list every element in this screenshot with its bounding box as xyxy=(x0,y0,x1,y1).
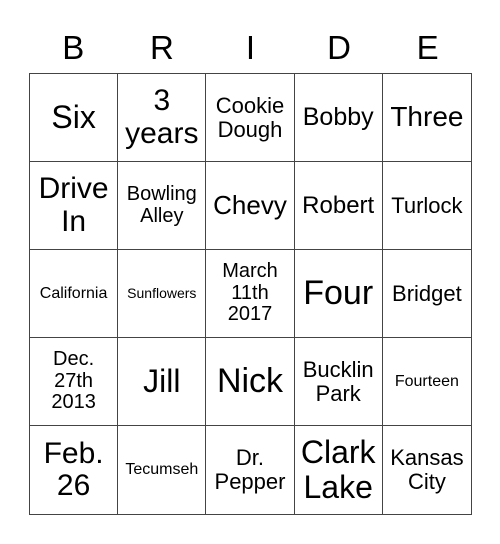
header-letter-i: I xyxy=(245,29,256,66)
bingo-cell[interactable]: Jill xyxy=(118,338,207,426)
bingo-cell[interactable]: Feb. 26 xyxy=(30,426,119,514)
header-letter-e: E xyxy=(416,29,439,66)
bingo-cell[interactable]: Chevy xyxy=(206,162,295,250)
bingo-cell[interactable]: Clark Lake xyxy=(295,426,383,514)
bingo-cell[interactable]: Four xyxy=(294,250,383,338)
bingo-cell[interactable]: Turlock xyxy=(382,162,471,250)
bingo-cell[interactable]: Kansas City xyxy=(383,426,471,514)
bingo-cell[interactable]: Three xyxy=(382,74,471,162)
bingo-cell[interactable]: Robert xyxy=(294,162,383,250)
header-letter-d: D xyxy=(327,29,351,66)
bingo-cell[interactable]: Bobby xyxy=(294,74,383,162)
bingo-cell[interactable]: 3 years xyxy=(118,74,207,162)
bingo-cell[interactable]: Nick xyxy=(206,338,295,426)
bingo-cell[interactable]: Fourteen xyxy=(382,338,471,426)
bingo-cell[interactable]: Drive In xyxy=(30,162,119,250)
bingo-cell[interactable]: Bucklin Park xyxy=(294,338,383,426)
bingo-cell[interactable]: Tecumseh xyxy=(118,426,207,514)
bingo-cell[interactable]: March 11th 2017 xyxy=(206,250,295,338)
bingo-header: B R I D E xyxy=(29,26,472,70)
bingo-cell[interactable]: Dr. Pepper xyxy=(206,426,295,514)
bingo-cell[interactable]: California xyxy=(30,250,119,338)
bingo-grid: Six 3 years Cookie Dough Bobby Three Drive In… xyxy=(29,73,472,515)
bingo-cell[interactable]: Bridget xyxy=(382,250,471,338)
header-letter-r: R xyxy=(149,29,174,66)
bingo-cell[interactable]: Bowling Alley xyxy=(118,162,207,250)
bingo-cell[interactable]: Six xyxy=(30,74,119,162)
bingo-cell[interactable]: Dec. 27th 2013 xyxy=(30,338,119,426)
header-letter-b: B xyxy=(62,29,85,66)
bingo-cell[interactable]: Sunflowers xyxy=(118,250,207,338)
bingo-cell[interactable]: Cookie Dough xyxy=(206,74,295,162)
